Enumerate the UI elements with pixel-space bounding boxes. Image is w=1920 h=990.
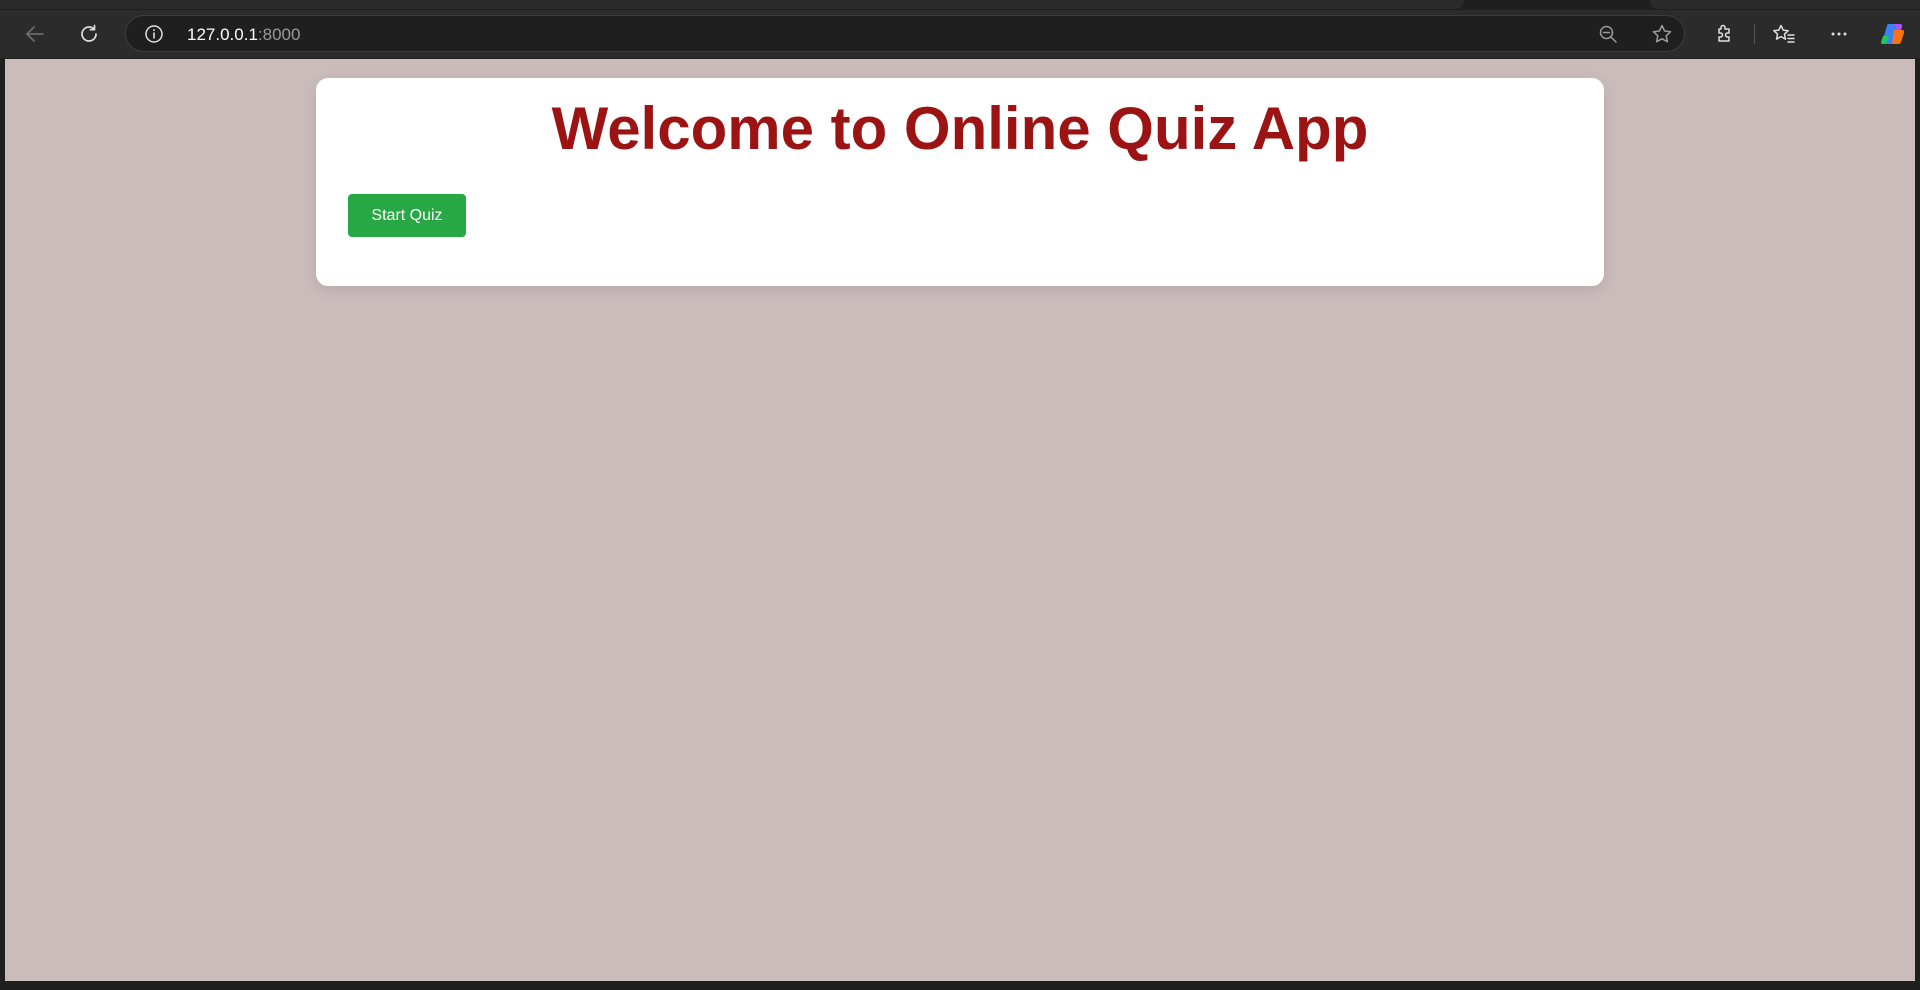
welcome-card: Welcome to Online Quiz App Start Quiz [316,78,1604,286]
page-title: Welcome to Online Quiz App [551,95,1369,162]
favorites-icon[interactable] [1768,18,1800,50]
star-icon[interactable] [1650,22,1674,46]
tab-strip [0,0,1920,10]
browser-toolbar: 127.0.0.1:8000 [0,10,1920,58]
puzzle-icon[interactable] [1708,18,1740,50]
active-tab[interactable] [0,0,1464,9]
start-quiz-button[interactable]: Start Quiz [348,194,466,237]
back-arrow-icon[interactable] [19,18,51,50]
reload-icon[interactable] [73,18,105,50]
url-host: 127.0.0.1 [187,25,258,44]
toolbar-divider [1754,24,1755,44]
zoom-out-icon[interactable] [1596,22,1620,46]
tab-strip-right [1650,0,1920,9]
url-text[interactable]: 127.0.0.1:8000 [187,25,300,45]
info-icon[interactable] [144,24,164,44]
window-bottom-edge [0,981,1920,990]
copilot-icon[interactable] [1877,18,1909,50]
url-port: :8000 [257,25,301,44]
address-bar[interactable]: 127.0.0.1:8000 [125,15,1685,52]
more-icon[interactable] [1823,18,1855,50]
page-viewport: Welcome to Online Quiz App Start Quiz [5,59,1915,981]
